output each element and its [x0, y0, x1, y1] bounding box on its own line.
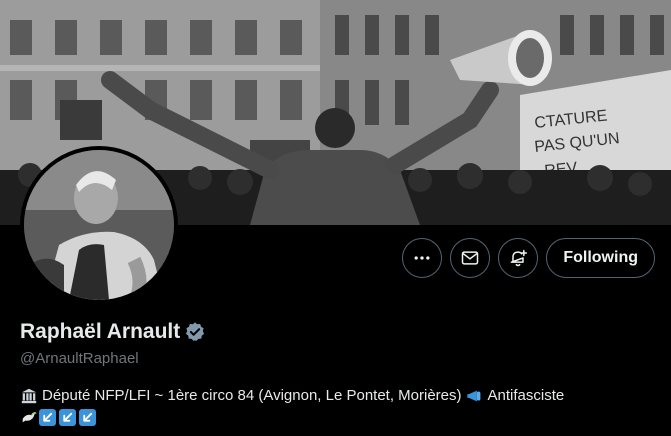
- verified-badge-icon[interactable]: [184, 321, 206, 343]
- dove-icon: [20, 408, 38, 426]
- profile-name-row: Raphaël Arnault: [20, 320, 206, 344]
- profile-actions: Following: [402, 238, 655, 278]
- arrow-down-left-icon: [39, 408, 56, 426]
- bio-suffix: Antifasciste: [487, 387, 565, 404]
- arrow-down-left-icon: [59, 408, 76, 426]
- arrow-down-left-icon: [79, 408, 96, 426]
- avatar-photo: [24, 150, 174, 300]
- bell-plus-icon: [510, 249, 528, 267]
- avatar[interactable]: [24, 150, 174, 300]
- display-name: Raphaël Arnault: [20, 320, 181, 343]
- more-icon: [414, 256, 430, 260]
- megaphone-icon: [466, 387, 484, 405]
- following-button[interactable]: Following: [546, 238, 655, 278]
- classical-building-icon: [20, 387, 38, 405]
- bio-text: Député NFP/LFI ~ 1ère circo 84 (Avignon,…: [42, 387, 462, 404]
- notifications-button[interactable]: [498, 238, 539, 278]
- avatar-frame[interactable]: [20, 146, 178, 304]
- message-button[interactable]: [450, 238, 491, 278]
- more-button[interactable]: [402, 238, 443, 278]
- profile-handle: @ArnaultRaphael: [20, 350, 139, 367]
- profile-bio: Député NFP/LFI ~ 1ère circo 84 (Avignon,…: [20, 386, 660, 426]
- envelope-icon: [462, 251, 479, 265]
